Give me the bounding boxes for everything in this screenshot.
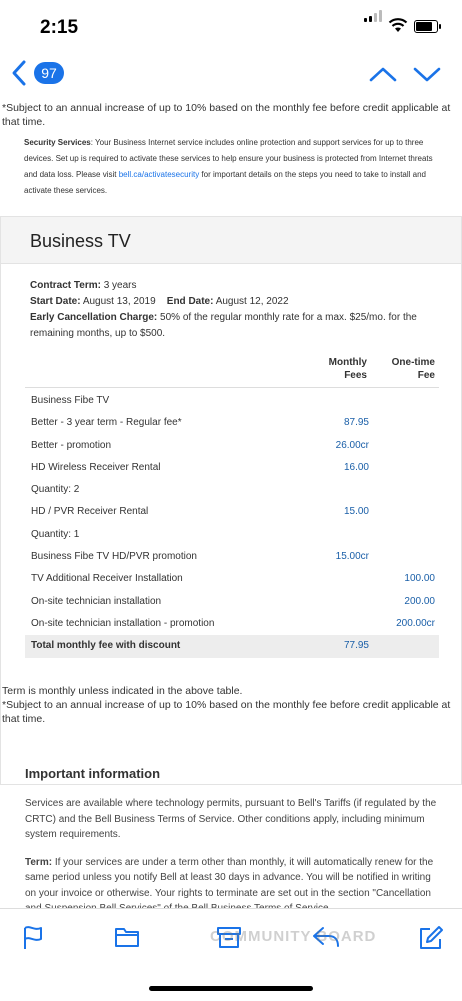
important-para-1: Services are available where technology … [25,798,437,840]
card-title: Business TV [30,231,131,251]
fee-row-onetime: 200.00 [404,595,435,607]
fee-row: On-site technician installation - promot… [25,613,439,635]
fee-row-label: Business Fibe TV [31,395,110,406]
fee-row-label: HD / PVR Receiver Rental [31,506,149,518]
battery-icon [414,20,441,33]
subject-to-increase-note: *Subject to an annual increase of up to … [2,102,451,128]
after-table-notes: Term is monthly unless indicated in the … [0,684,462,726]
previous-message-up-icon[interactable] [368,64,398,84]
monthly-fees-header: Monthly Fees [328,357,367,381]
fee-row-monthly: 26.00cr [335,439,369,451]
fee-row: Quantity: 2 [25,479,439,501]
card-header: Business TV [1,217,461,264]
security-services-paragraph: Security Services: Your Business Interne… [0,129,462,199]
security-services-label: Security Services [24,138,91,147]
fee-row: Better - 3 year term - Regular fee* 87.95 [25,412,439,434]
fee-row-label: Quantity: 2 [31,484,80,496]
fee-row-label: HD Wireless Receiver Rental [31,461,161,473]
status-bar: 2:15 [0,0,462,52]
start-date-label: Start Date: [30,296,81,307]
fee-row-label: Business Fibe TV HD/PVR promotion [31,551,197,563]
folder-icon[interactable] [114,925,140,949]
fees-table-header: Monthly Fees One-time Fee [25,353,439,388]
fee-row: HD Wireless Receiver Rental 16.00 [25,457,439,479]
fee-row-label: TV Additional Receiver Installation [31,573,183,585]
fee-row: HD / PVR Receiver Rental 15.00 [25,501,439,523]
fee-row-label: Quantity: 1 [31,528,80,540]
end-date-label: End Date: [166,296,214,307]
fee-row-label: On-site technician installation [31,595,162,607]
fee-row-label: On-site technician installation - promot… [31,617,215,629]
total-row: Total monthly fee with discount 77.95 [25,635,439,658]
fee-row: TV Additional Receiver Installation 100.0… [25,568,439,590]
term-label: Term: [25,856,53,868]
email-body[interactable]: *Subject to an annual increase of up to … [0,98,462,908]
important-information-title: Important information [25,766,161,781]
fee-row: Business Fibe TV HD/PVR promotion 15.00cr [25,546,439,568]
wifi-icon [388,18,408,32]
next-message-down-icon[interactable] [412,64,442,84]
fee-row-monthly: 16.00 [343,461,369,473]
fee-row-monthly: 15.00 [343,506,369,518]
back-chevron-icon[interactable] [10,58,30,88]
mail-nav-bar: 97 [0,52,462,98]
fee-row: Better - promotion 26.00cr [25,435,439,457]
fee-row-monthly: 87.95 [343,417,369,429]
fee-row: Quantity: 1 [25,524,439,546]
watermark-logo: COMMUNITY BOARD [210,928,377,945]
compose-icon[interactable] [418,925,444,951]
flag-icon[interactable] [22,925,44,951]
ecc-label: Early Cancellation Charge: [30,312,158,323]
activate-security-link[interactable]: bell.ca/activatesecurity [119,170,199,179]
home-indicator[interactable] [149,986,313,991]
total-value: 77.95 [343,640,369,652]
important-information-section: Important information Services are avail… [0,766,462,908]
fee-row-onetime: 200.00cr [396,617,435,629]
status-time: 2:15 [40,17,79,38]
fee-row: Business Fibe TV [25,390,439,412]
fee-row-monthly: 15.00cr [335,551,369,563]
term-monthly-note: Term is monthly unless indicated in the … [2,685,243,697]
contract-terms: Contract Term: 3 years Start Date: Augus… [1,264,461,342]
one-time-fee-header: One-time Fee [391,357,435,381]
contract-term-value: 3 years [103,280,137,291]
term-text: If your services are under a term other … [25,856,434,909]
subject-to-increase-note-2: *Subject to an annual increase of up to … [2,699,451,725]
fee-row-label: Better - promotion [31,439,112,451]
fee-row-label: Better - 3 year term - Regular fee* [31,417,182,429]
fee-row: On-site technician installation 200.00 [25,591,439,613]
fees-table-rows: Business Fibe TV Better - 3 year term - R… [25,390,439,635]
unread-count-badge[interactable]: 97 [34,62,64,84]
contract-term-label: Contract Term: [30,280,101,291]
start-date-value: August 13, 2019 [82,296,156,307]
fee-row-onetime: 100.00 [404,573,435,585]
end-date-value: August 12, 2022 [215,296,289,307]
fees-table: Monthly Fees One-time Fee Business Fibe … [25,353,439,658]
total-label: Total monthly fee with discount [31,640,181,652]
